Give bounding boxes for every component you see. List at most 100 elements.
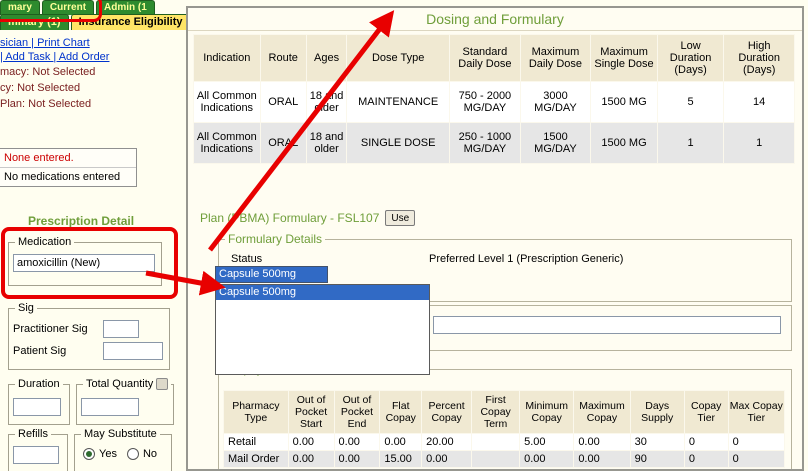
dosing-header-row: Indication Route Ages Dose Type Standard… [194,35,795,82]
tab-admin[interactable]: Admin (1 [96,0,155,15]
dosing-cell: 18 and older [306,82,346,123]
copay-cell: 0.00 [574,451,630,468]
dose-form-listbox: Capsule 500mg [215,284,430,375]
copay-row: Mail Order 0.00 0.00 15.00 0.00 0.00 0.0… [224,451,785,468]
copay-cell [472,451,520,468]
copay-cell: 0.00 [574,434,630,451]
copay-cell: 0.00 [380,434,422,451]
copay-cell: 0.00 [334,434,380,451]
copay-table: Pharmacy Type Out of Pocket Start Out of… [223,390,785,468]
refills-input[interactable] [13,446,59,464]
copay-cell: 0 [728,434,784,451]
practitioner-sig-input[interactable] [103,320,139,338]
copay-header: Out of Pocket End [334,391,380,434]
copay-header: Maximum Copay [574,391,630,434]
tab-summary-1[interactable]: mmary (1) [0,14,69,30]
status-label: Status [231,253,429,265]
substitute-yes-radio[interactable] [83,448,95,460]
dosing-header: High Duration (Days) [724,35,795,82]
dosing-cell: 1500 MG/DAY [520,123,591,164]
copay-cell: 0.00 [288,434,334,451]
dosing-cell: 250 - 1000 MG/DAY [450,123,521,164]
dosing-cell: ORAL [260,82,306,123]
medication-fieldset: Medication [8,236,162,286]
status-value: Preferred Level 1 (Prescription Generic) [429,253,623,265]
dosing-cell: SINGLE DOSE [347,123,450,164]
copay-cell: 0.00 [422,451,472,468]
dose-form-combobox[interactable]: Capsule 500mg [215,266,328,283]
copay-row: Retail 0.00 0.00 0.00 20.00 5.00 0.00 30… [224,434,785,451]
dosing-cell: 18 and older [306,123,346,164]
dosing-header: Low Duration (Days) [657,35,724,82]
allergies-none-entered-text: None entered. [0,149,136,168]
copay-cell: 15.00 [380,451,422,468]
dosing-cell: 3000 MG/DAY [520,82,591,123]
copay-cell: Mail Order [224,451,289,468]
medication-input[interactable] [13,254,155,272]
copay-header: Flat Copay [380,391,422,434]
tab-current[interactable]: Current [42,0,94,15]
copay-header: Out of Pocket Start [288,391,334,434]
prescription-detail-title: Prescription Detail [28,214,134,228]
copay-cell: 30 [630,434,684,451]
copay-header: Pharmacy Type [224,391,289,434]
copay-header: Days Supply [630,391,684,434]
total-quantity-fieldset: Total Quantity [76,378,174,425]
coverage-input[interactable] [433,316,781,334]
dose-form-option[interactable]: Capsule 500mg [216,285,429,300]
copay-cell [472,434,520,451]
refills-label: Refills [15,428,51,440]
dosing-cell: 1500 MG [591,123,658,164]
use-button[interactable]: Use [385,210,415,226]
substitute-no-label: No [143,448,157,460]
page: mary Current Admin (1 mmary (1) Insuranc… [0,0,808,471]
total-quantity-label: Total Quantity [86,378,153,390]
duration-input[interactable] [13,398,61,416]
dosing-header: Maximum Daily Dose [520,35,591,82]
policy-status-text: cy: Not Selected [0,82,80,94]
copay-cell: 0 [684,451,728,468]
copay-header: First Copay Term [472,391,520,434]
dosing-cell: 5 [657,82,724,123]
dosing-header: Indication [194,35,261,82]
copay-cell: Retail [224,434,289,451]
no-medications-text: No medications entered [0,168,136,186]
dosing-cell: 750 - 2000 MG/DAY [450,82,521,123]
copay-cell: 20.00 [422,434,472,451]
dosing-cell: MAINTENANCE [347,82,450,123]
add-task-add-order-links[interactable]: | Add Task | Add Order [0,51,109,63]
dosing-cell: ORAL [260,123,306,164]
substitute-no-radio[interactable] [127,448,139,460]
tab-insurance-eligibility[interactable]: Insurance Eligibility [71,14,191,30]
dosing-header: Maximum Single Dose [591,35,658,82]
duration-fieldset: Duration [8,378,70,425]
copay-header: Max Copay Tier [728,391,784,434]
copay-cell: 0.00 [334,451,380,468]
dosing-cell: 14 [724,82,795,123]
refills-fieldset: Refills [8,428,68,471]
dosing-header: Ages [306,35,346,82]
sig-legend: Sig [15,302,37,314]
copay-details-fieldset: Copay Details Pharmacy Type Out of Pocke… [218,362,792,471]
sig-fieldset: Sig Practitioner Sig Patient Sig [8,302,170,370]
dosing-row: All Common Indications ORAL 18 and older… [194,82,795,123]
tab-bar-second: mmary (1) Insurance Eligibility [0,14,191,30]
plan-formulary-heading: Plan (PBMA) Formulary - FSL107 [200,211,379,225]
copay-cell: 5.00 [520,434,574,451]
copay-cell: 0 [684,434,728,451]
pharmacy-status-text: macy: Not Selected [0,66,95,78]
may-substitute-label: May Substitute [81,428,160,440]
dosing-table: Indication Route Ages Dose Type Standard… [193,34,795,164]
copay-header: Minimum Copay [520,391,574,434]
copay-cell: 0 [728,451,784,468]
copay-cell: 0.00 [520,451,574,468]
copay-header: Percent Copay [422,391,472,434]
total-quantity-input[interactable] [81,398,139,416]
physician-print-chart-links[interactable]: sician | Print Chart [0,37,90,49]
dosing-row: All Common Indications ORAL 18 and older… [194,123,795,164]
copay-cell: 0.00 [288,451,334,468]
patient-sig-input[interactable] [103,342,163,360]
calculator-icon[interactable] [156,378,168,390]
medication-legend: Medication [15,236,74,248]
tab-summary[interactable]: mary [0,0,40,15]
